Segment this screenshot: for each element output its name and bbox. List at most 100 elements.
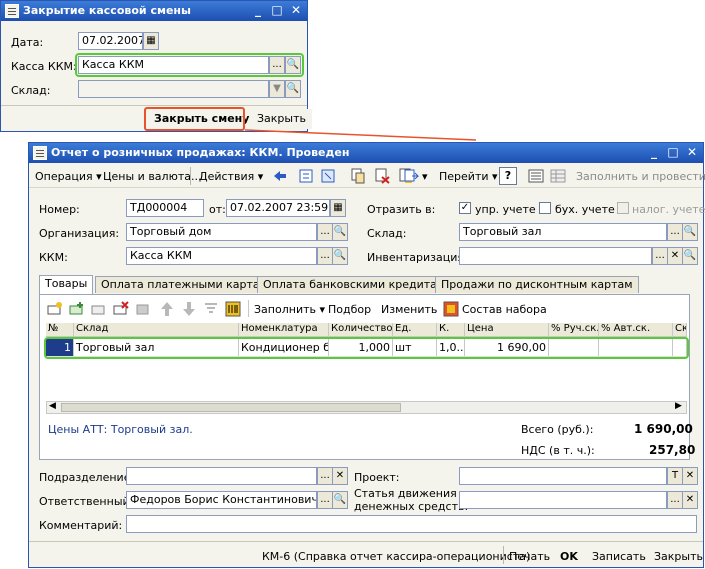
doc-window-icon — [33, 146, 47, 160]
org-ellipsis-icon[interactable]: ... — [317, 223, 333, 241]
sort-icon[interactable] — [202, 300, 220, 318]
project-type-icon[interactable]: T — [667, 467, 683, 485]
responsible-field[interactable]: Федоров Борис Константинович — [126, 491, 317, 509]
wh-search-icon[interactable]: 🔍 — [682, 223, 698, 241]
prices-currency-button[interactable]: Цены и валюта... — [103, 170, 201, 183]
scroll-left-icon[interactable]: ◀ — [49, 401, 56, 411]
subdivision-field[interactable] — [126, 467, 317, 485]
col-unit[interactable]: Ед. — [393, 323, 437, 336]
scroll-right-icon[interactable]: ▶ — [675, 401, 682, 411]
project-clear-icon[interactable]: ✕ — [682, 467, 698, 485]
based-on-dropdown-icon[interactable]: ▾ — [422, 170, 428, 183]
cashflow-ellipsis-icon[interactable]: ... — [667, 491, 683, 509]
tab-discount-cards[interactable]: Продажи по дисконтным картам — [435, 276, 639, 293]
bookkeeping-checkbox[interactable] — [539, 202, 551, 214]
project-field[interactable] — [459, 467, 667, 485]
col-price[interactable]: Цена — [465, 323, 549, 336]
calendar-icon[interactable]: ▦ — [143, 32, 159, 50]
structure-icon[interactable] — [319, 167, 337, 185]
col-manual-discount[interactable]: % Руч.ск. — [549, 323, 599, 336]
organization-field[interactable]: Торговый дом — [126, 223, 317, 241]
operation-menu[interactable]: Операция ▾ — [35, 170, 102, 183]
copy-doc-icon[interactable] — [349, 167, 367, 185]
edit-row-icon[interactable] — [90, 300, 108, 318]
dialog-date-field[interactable]: 07.02.2007 — [78, 32, 143, 50]
dialog-close-button[interactable]: Закрыть — [251, 109, 312, 129]
horizontal-scrollbar[interactable]: ◀ ▶ — [46, 401, 687, 414]
maximize-icon[interactable]: □ — [269, 3, 285, 18]
list-view-icon[interactable] — [527, 167, 545, 185]
resp-search-icon[interactable]: 🔍 — [332, 491, 348, 509]
col-warehouse[interactable]: Склад — [74, 323, 239, 336]
scroll-thumb[interactable] — [61, 403, 401, 412]
doc-close-icon[interactable]: ✕ — [684, 145, 700, 160]
warehouse-search-icon[interactable]: 🔍 — [285, 80, 301, 98]
end-edit-icon[interactable] — [134, 300, 152, 318]
subdiv-ellipsis-icon[interactable]: ... — [317, 467, 333, 485]
table-view-icon[interactable] — [549, 167, 567, 185]
col-auto-discount[interactable]: % Авт.ск. — [599, 323, 673, 336]
col-nomenclature[interactable]: Номенклатура — [239, 323, 329, 336]
org-search-icon[interactable]: 🔍 — [332, 223, 348, 241]
kit-button[interactable]: Состав набора — [462, 303, 547, 316]
add-row-icon[interactable] — [46, 300, 64, 318]
help-button[interactable]: ? — [499, 167, 517, 185]
copy-row-icon[interactable] — [68, 300, 86, 318]
based-on-icon[interactable] — [403, 167, 421, 185]
dialog-warehouse-field[interactable] — [78, 80, 269, 98]
cashflow-field[interactable] — [459, 491, 667, 509]
doc-kkm-field[interactable]: Касса ККМ — [126, 247, 317, 265]
tab-goods[interactable]: Товары — [39, 275, 94, 294]
doc-calendar-icon[interactable]: ▦ — [330, 199, 346, 217]
move-up-icon[interactable] — [158, 300, 176, 318]
km6-print-button[interactable]: КМ-6 (Справка отчет кассира-операционист… — [262, 550, 530, 563]
doc-minimize-icon[interactable]: _ — [646, 145, 662, 160]
resp-ellipsis-icon[interactable]: ... — [317, 491, 333, 509]
dialog-title: Закрытие кассовой смены — [23, 4, 191, 17]
dropdown-arrow-icon[interactable]: ▼ — [269, 80, 285, 98]
tab-card-payments[interactable]: Оплата платежными картами — [95, 276, 282, 293]
col-coef[interactable]: К. — [437, 323, 465, 336]
total-label: Всего (руб.): — [521, 423, 594, 436]
doc-maximize-icon[interactable]: □ — [665, 145, 681, 160]
ok-button[interactable]: OK — [560, 550, 578, 563]
inv-ellipsis-icon[interactable]: ... — [652, 247, 668, 265]
inv-search-icon[interactable]: 🔍 — [682, 247, 698, 265]
change-button[interactable]: Изменить — [381, 303, 437, 316]
fill-menu[interactable]: Заполнить ▾ — [254, 303, 325, 316]
cashflow-clear-icon[interactable]: ✕ — [682, 491, 698, 509]
kkm-ellipsis-icon[interactable]: ... — [317, 247, 333, 265]
close-icon[interactable]: ✕ — [288, 3, 304, 18]
tab-bank-credits[interactable]: Оплата банковскими кредитами — [257, 276, 459, 293]
barcode-icon[interactable] — [224, 300, 242, 318]
kit-icon[interactable] — [442, 300, 460, 318]
mgmt-accounting-checkbox[interactable]: ✓ — [459, 202, 471, 214]
prices-att-link[interactable]: Цены АТТ: Торговый зал. — [48, 423, 193, 436]
doc-warehouse-field[interactable]: Торговый зал — [459, 223, 667, 241]
select-button[interactable]: Подбор — [328, 303, 371, 316]
wh-ellipsis-icon[interactable]: ... — [667, 223, 683, 241]
delete-row-icon[interactable] — [112, 300, 130, 318]
save-button[interactable]: Записать — [592, 550, 646, 563]
inv-clear-icon[interactable]: ✕ — [667, 247, 683, 265]
refresh-icon[interactable] — [297, 167, 315, 185]
back-arrow-icon[interactable] — [271, 167, 289, 185]
col-number[interactable]: № — [46, 323, 74, 336]
col-quantity[interactable]: Количество — [329, 323, 393, 336]
comment-field[interactable] — [126, 515, 697, 533]
print-button[interactable]: Печать — [509, 550, 550, 563]
col-more[interactable]: Ск — [673, 323, 687, 336]
delete-doc-icon[interactable] — [373, 167, 391, 185]
doc-close-button[interactable]: Закрыть — [654, 550, 703, 563]
actions-menu[interactable]: Действия ▾ — [199, 170, 263, 183]
move-down-icon[interactable] — [180, 300, 198, 318]
minimize-icon[interactable]: _ — [250, 3, 266, 18]
tax-accounting-checkbox[interactable] — [617, 202, 629, 214]
number-field[interactable]: ТД000004 — [126, 199, 204, 217]
inventory-field[interactable] — [459, 247, 652, 265]
fill-and-post-button[interactable]: Заполнить и провести — [576, 170, 705, 183]
subdiv-clear-icon[interactable]: ✕ — [332, 467, 348, 485]
goto-menu[interactable]: Перейти ▾ — [439, 170, 498, 183]
kkm-search-icon[interactable]: 🔍 — [332, 247, 348, 265]
doc-date-field[interactable]: 07.02.2007 23:59:59 — [226, 199, 330, 217]
